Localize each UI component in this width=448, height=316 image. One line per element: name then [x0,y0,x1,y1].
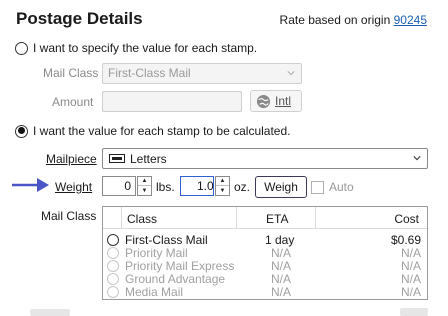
rate-origin-label: Rate based on origin [279,13,391,27]
oz-stepper[interactable]: ▲ ▼ [215,176,230,196]
calculate-radio[interactable] [15,124,28,138]
calculate-option-label: I want the value for each stamp to be ca… [33,124,291,138]
specify-option[interactable]: I want to specify the value for each sta… [15,41,257,55]
lbs-up-icon[interactable]: ▲ [138,177,151,186]
page-title: Postage Details [16,9,143,28]
specify-option-label: I want to specify the value for each sta… [33,41,258,55]
pointer-arrow-icon [12,178,49,192]
lbs-input[interactable]: 0 [102,176,136,196]
cutoff-label [30,309,70,316]
column-divider [315,207,316,229]
rate-origin: Rate based on origin 90245 [280,13,427,27]
specify-mail-class-label: Mail Class [43,66,99,80]
table-row: Media Mail N/A N/A [107,286,425,299]
lbs-down-icon[interactable]: ▼ [138,186,151,195]
auto-label: Auto [329,180,354,194]
column-divider [236,207,237,229]
chevron-down-icon [413,156,421,161]
row-radio [107,260,119,272]
auto-checkbox-group[interactable]: Auto [311,180,354,194]
column-header-cost[interactable]: Cost [394,212,419,226]
globe-icon [256,94,271,108]
amount-label: Amount [52,95,94,109]
chevron-down-icon [287,71,295,76]
row-radio [107,247,119,259]
envelope-icon [109,154,125,163]
mailpiece-value: Letters [130,151,167,166]
lbs-stepper[interactable]: ▲ ▼ [137,176,152,196]
column-header-eta[interactable]: ETA [266,212,288,226]
lbs-unit: lbs. [156,180,175,194]
specify-mail-class-value: First-Class Mail [108,66,191,80]
weight-label: Weight [55,180,93,194]
row-radio [107,273,119,285]
oz-input[interactable]: 1.0 [180,176,214,196]
row-class: Media Mail [125,285,184,299]
row-radio [107,286,119,298]
mail-class-label: Mail Class [41,209,97,223]
mailpiece-select[interactable]: Letters [102,148,428,169]
row-radio[interactable] [107,234,119,246]
column-header-class[interactable]: Class [127,212,157,226]
specify-radio[interactable] [15,41,28,55]
auto-checkbox[interactable] [311,180,324,194]
specify-mail-class-select[interactable]: First-Class Mail [102,63,302,84]
intl-label: Intl [275,94,292,108]
intl-button[interactable]: Intl [250,90,302,112]
origin-zip-link[interactable]: 90245 [394,13,427,27]
amount-input[interactable] [102,91,242,112]
mailpiece-label: Mailpiece [46,152,97,166]
weigh-button[interactable]: Weigh [255,176,307,198]
calculate-option[interactable]: I want the value for each stamp to be ca… [15,124,290,138]
row-eta: N/A [271,285,292,299]
oz-unit: oz. [234,180,251,194]
oz-up-icon[interactable]: ▲ [216,177,229,186]
column-divider [121,207,122,229]
oz-down-icon[interactable]: ▼ [216,186,229,195]
cutoff-field [400,308,428,316]
row-cost: N/A [400,285,421,299]
mail-class-table: Class ETA Cost First-Class Mail 1 day $0… [102,206,428,300]
